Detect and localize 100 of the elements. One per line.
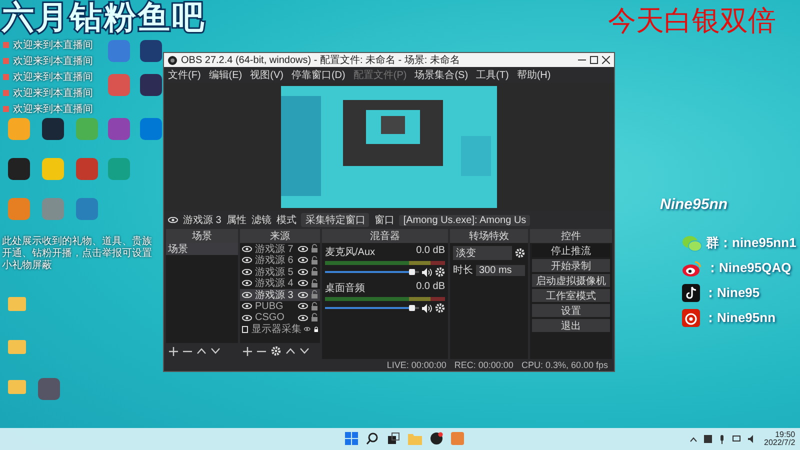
channel-title: 六月钻粉鱼吧	[2, 0, 206, 34]
control-button[interactable]: 开始录制	[532, 259, 610, 272]
control-button[interactable]: 设置	[532, 304, 610, 317]
clock-date: 2022/7/2	[764, 439, 796, 447]
remove-icon[interactable]	[183, 350, 192, 352]
speaker-icon[interactable]	[422, 304, 432, 312]
app-logo-icon	[168, 56, 177, 64]
microphone-icon[interactable]	[719, 434, 725, 444]
source-item[interactable]: 游戏源 6	[240, 254, 320, 266]
eye-icon[interactable]	[298, 268, 308, 275]
mode-dropdown[interactable]: 采集特定窗口	[301, 213, 370, 227]
menu-item[interactable]: 编辑(E)	[208, 68, 242, 82]
caret-icon[interactable]	[690, 436, 697, 442]
close-icon[interactable]	[602, 56, 610, 64]
notification-text: 欢迎来到本直播间	[13, 102, 93, 116]
notification-icon	[3, 58, 9, 64]
source-item[interactable]: 游戏源 3	[240, 289, 320, 300]
eye-icon[interactable]	[242, 292, 252, 298]
settings-icon[interactable]	[435, 303, 445, 313]
dock-title: 场景	[166, 229, 238, 243]
notification-text: 欢迎来到本直播间	[13, 54, 93, 68]
app-logo-icon[interactable]	[430, 432, 443, 445]
eye-icon[interactable]	[242, 268, 252, 275]
menu-item[interactable]: 文件(F)	[168, 68, 201, 82]
desktop-app-icon[interactable]	[140, 74, 162, 96]
move-down-icon[interactable]	[300, 348, 309, 354]
dock-title: 来源	[240, 229, 320, 243]
dock-title: 转场特效	[450, 229, 528, 243]
eye-icon[interactable]	[242, 257, 252, 264]
eye-icon[interactable]	[298, 314, 308, 321]
move-down-icon[interactable]	[211, 348, 220, 354]
desktop-app-icon[interactable]	[140, 40, 162, 62]
settings-icon[interactable]	[515, 248, 525, 258]
control-button[interactable]: 启动虚拟摄像机	[532, 274, 610, 287]
add-icon[interactable]	[169, 346, 178, 356]
social-account: 群：nine95nn1	[706, 234, 796, 252]
maximize-icon[interactable]	[590, 56, 598, 64]
notification-text: 欢迎来到本直播间	[13, 38, 93, 52]
eye-icon[interactable]	[242, 303, 252, 310]
social-account: ：Nine95nn	[704, 309, 776, 327]
filters-button[interactable]: 滤镜	[251, 213, 272, 227]
streamer-name: Nine95nn	[660, 196, 728, 213]
window-title: OBS 27.2.4 (64-bit, windows) - 配置文件: 未命名 - 场景: 未命名	[181, 54, 461, 67]
network-icon[interactable]	[732, 435, 741, 443]
menu-item[interactable]: 帮助(H)	[516, 68, 551, 82]
eye-icon[interactable]	[242, 280, 252, 286]
notification-icon	[3, 42, 9, 48]
source-item[interactable]: 游戏源 4	[240, 278, 320, 289]
eye-logo-icon	[682, 260, 702, 276]
speaker-icon[interactable]	[422, 268, 432, 276]
control-button[interactable]: 退出	[532, 319, 610, 332]
notice-text: 此处展示收到的礼物、道具、贵族开通、钻粉开播，点击举报可设置小礼物屏蔽	[2, 236, 152, 272]
menu-item[interactable]: 工具(T)	[476, 68, 509, 82]
start-icon[interactable]	[345, 432, 358, 445]
search-icon[interactable]	[366, 432, 379, 445]
lock-icon[interactable]	[314, 324, 318, 334]
settings-icon[interactable]	[435, 267, 445, 277]
control-button[interactable]: 工作室模式	[532, 289, 610, 302]
rec-status: REC: 00:00:00	[454, 360, 514, 370]
source-item[interactable]: PUBG	[240, 300, 320, 312]
notification-icon	[3, 90, 9, 96]
eye-icon[interactable]	[242, 246, 252, 252]
notification-text: 欢迎来到本直播间	[13, 86, 93, 100]
desktop-app-icon[interactable]	[42, 118, 64, 140]
menu-item[interactable]: 视图(V)	[250, 68, 284, 82]
menu-item[interactable]: 停靠窗口(D)	[291, 68, 346, 82]
control-button[interactable]: 停止推流	[532, 244, 610, 257]
eye-icon[interactable]	[298, 246, 308, 252]
add-icon[interactable]	[243, 346, 252, 356]
source-item[interactable]: 游戏源 7	[240, 243, 320, 254]
settings-icon[interactable]	[271, 346, 281, 356]
move-up-icon[interactable]	[286, 348, 295, 354]
channel-name: 麦克风/Aux	[325, 246, 376, 259]
cpu-status: CPU: 0.3%, 60.00 fps	[521, 360, 608, 370]
source-item[interactable]: CSGO	[240, 312, 320, 324]
task-view-icon[interactable]	[387, 432, 400, 445]
mode-label: 模式	[276, 214, 296, 227]
window-dropdown[interactable]: [Among Us.exe]: Among Us	[399, 214, 530, 226]
eye-icon[interactable]	[298, 280, 308, 286]
eye-icon[interactable]	[304, 326, 311, 332]
desktop-app-icon[interactable]	[8, 158, 30, 180]
duration-label: 时长	[453, 264, 473, 277]
eye-icon[interactable]	[298, 303, 308, 310]
music-note-icon	[682, 284, 700, 302]
move-up-icon[interactable]	[197, 348, 206, 354]
source-item[interactable]: 游戏源 5	[240, 266, 320, 278]
promo-text: 今天白银双倍	[608, 4, 776, 38]
remove-icon[interactable]	[257, 350, 266, 352]
duration-field[interactable]: 300 ms	[476, 264, 525, 276]
dock-title: 混音器	[322, 229, 448, 243]
eye-icon[interactable]	[242, 314, 252, 321]
eye-icon[interactable]	[298, 292, 308, 298]
selected-source-name: 游戏源 3	[183, 214, 222, 227]
eye-icon[interactable]	[298, 257, 308, 264]
scene-item[interactable]: 场景	[166, 243, 238, 254]
eye-icon[interactable]	[168, 217, 178, 223]
source-item[interactable]: 显示器采集	[240, 324, 320, 335]
menu-item[interactable]: 场景集合(S)	[414, 68, 468, 82]
transition-dropdown[interactable]: 淡变	[453, 246, 512, 260]
properties-button[interactable]: 属性	[226, 213, 246, 227]
